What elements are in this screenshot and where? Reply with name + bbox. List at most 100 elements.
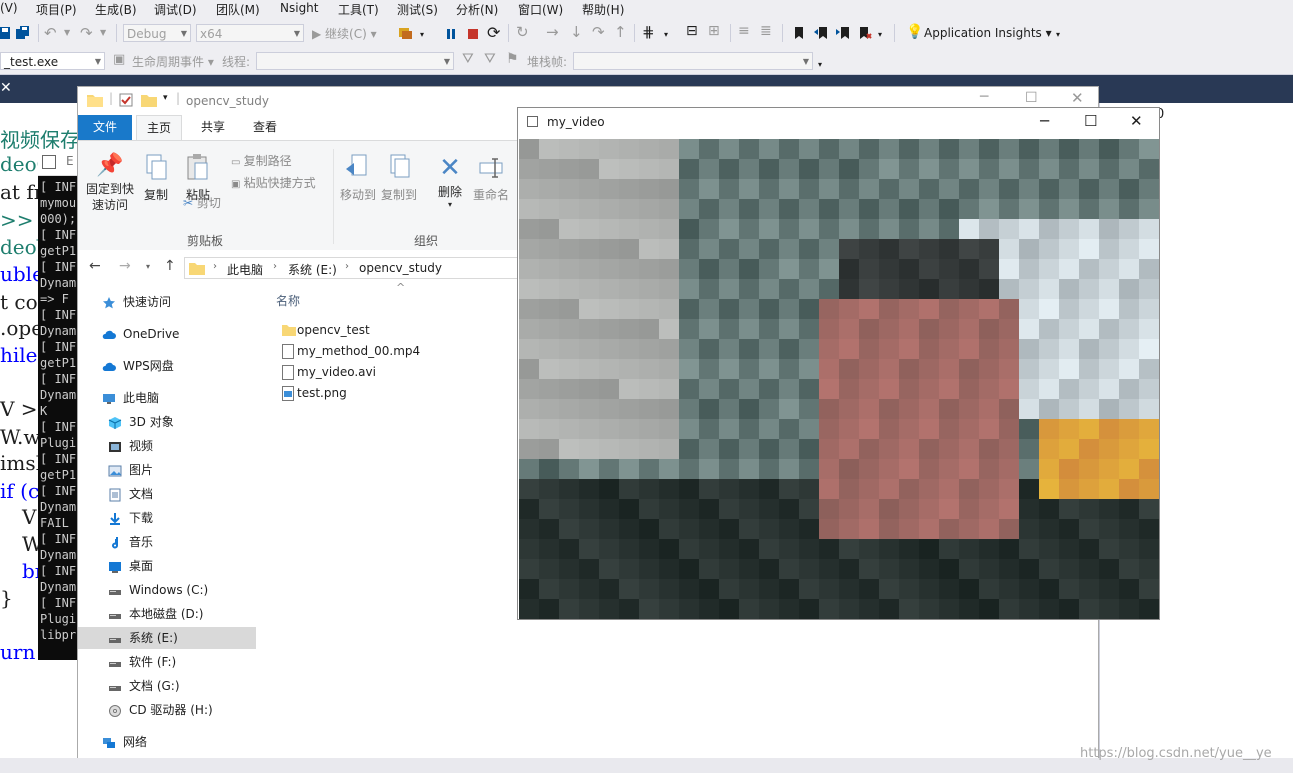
- continue-button[interactable]: ▶ 继续(C) ▾: [312, 25, 377, 42]
- nav-item[interactable]: 此电脑: [78, 387, 256, 409]
- nav-item[interactable]: OneDrive: [78, 323, 256, 345]
- video-window[interactable]: my_video ─ ☐ ✕: [517, 107, 1160, 620]
- nav-item[interactable]: 音乐: [78, 531, 256, 553]
- stack-frame-combo[interactable]: ▼: [573, 52, 813, 70]
- breadcrumb-folder[interactable]: opencv_study: [359, 261, 442, 275]
- bookmark-dropdown-icon[interactable]: ▾: [878, 30, 882, 39]
- step-up-icon[interactable]: ↑: [614, 23, 627, 41]
- close-icon[interactable]: ✕: [1071, 89, 1084, 107]
- properties-icon[interactable]: [119, 93, 133, 107]
- toolbar2-overflow-icon[interactable]: ▾: [818, 60, 822, 69]
- step-into-icon[interactable]: →: [546, 23, 559, 41]
- step-over-icon[interactable]: ↓: [570, 23, 583, 41]
- frames-icon[interactable]: ⊞: [708, 23, 720, 39]
- nav-item[interactable]: 快速访问: [78, 291, 256, 313]
- lifecycle-events-button[interactable]: 生命周期事件 ▾: [132, 53, 214, 70]
- menu-item[interactable]: 窗口(W): [518, 1, 563, 18]
- redo-icon[interactable]: ↷: [80, 24, 93, 42]
- menu-item[interactable]: 帮助(H): [582, 1, 624, 18]
- process-combo[interactable]: _test.exe ▼: [0, 52, 105, 70]
- config-combo[interactable]: Debug ▼: [123, 24, 191, 42]
- hex-dropdown-icon[interactable]: ▾: [664, 30, 668, 39]
- bookmark-prev-icon[interactable]: [814, 26, 828, 40]
- forward-arrow-icon[interactable]: →: [119, 258, 131, 274]
- platform-combo[interactable]: x64 ▼: [196, 24, 304, 42]
- tab-view[interactable]: 查看: [242, 115, 288, 140]
- move-to-button[interactable]: 移动到: [339, 153, 377, 203]
- nav-item[interactable]: 软件 (F:): [78, 651, 256, 673]
- save-all-icon[interactable]: [16, 26, 30, 40]
- menu-item[interactable]: 测试(S): [397, 1, 438, 18]
- menu-item[interactable]: Nsight: [280, 1, 319, 15]
- comment-icon[interactable]: ≡: [738, 23, 750, 39]
- delete-button[interactable]: ✕ 删除 ▾: [434, 153, 466, 209]
- maximize-icon[interactable]: ☐: [1084, 112, 1097, 130]
- minimize-icon[interactable]: ─: [1040, 112, 1049, 130]
- menu-item[interactable]: 生成(B): [95, 1, 137, 18]
- column-header-name[interactable]: 名称: [276, 292, 300, 309]
- breadcrumb-drive[interactable]: 系统 (E:): [288, 261, 337, 278]
- menu-item[interactable]: 分析(N): [456, 1, 498, 18]
- nav-item[interactable]: 视频: [78, 435, 256, 457]
- close-icon[interactable]: ✕: [1130, 112, 1143, 130]
- uncomment-icon[interactable]: ≣: [760, 23, 772, 39]
- copy-button[interactable]: 复制: [140, 153, 172, 203]
- flag-icon[interactable]: ⚑: [506, 51, 519, 67]
- step-out-icon[interactable]: ↷: [592, 23, 605, 41]
- hex-icon[interactable]: ⋕: [642, 23, 655, 41]
- menu-item[interactable]: 项目(P): [36, 1, 77, 18]
- menu-item[interactable]: 调试(D): [154, 1, 197, 18]
- attach-icon[interactable]: [399, 26, 413, 40]
- restart-icon[interactable]: ⟳: [487, 23, 500, 42]
- filter-clear-icon[interactable]: ⛛: [484, 51, 496, 67]
- new-folder-icon[interactable]: [141, 93, 157, 107]
- quick-access-toolbar-dropdown-icon[interactable]: ▾: [163, 93, 168, 103]
- tab-share[interactable]: 共享: [190, 115, 236, 140]
- nav-item[interactable]: 图片: [78, 459, 256, 481]
- pause-icon[interactable]: [444, 27, 458, 41]
- nav-item[interactable]: 3D 对象: [78, 411, 256, 433]
- stop-icon[interactable]: [466, 27, 480, 41]
- nav-item[interactable]: 网络: [78, 731, 256, 753]
- filter-icon[interactable]: ⛛: [462, 51, 474, 67]
- rename-button[interactable]: 重命名: [472, 153, 510, 203]
- maximize-icon[interactable]: ☐: [1025, 90, 1038, 106]
- nav-item[interactable]: Windows (C:): [78, 579, 256, 601]
- cut-button[interactable]: ✂ 剪切: [183, 194, 221, 211]
- threads-icon[interactable]: ⊟: [686, 23, 698, 39]
- nav-item[interactable]: 文档: [78, 483, 256, 505]
- recent-locations-icon[interactable]: ▾: [146, 262, 150, 271]
- undo-icon[interactable]: ↶: [44, 24, 57, 42]
- nav-item[interactable]: CD 驱动器 (H:): [78, 699, 256, 721]
- attach-dropdown-icon[interactable]: ▾: [420, 30, 424, 39]
- menu-item[interactable]: (V): [0, 1, 18, 15]
- save-icon[interactable]: [0, 26, 14, 40]
- nav-item[interactable]: 下载: [78, 507, 256, 529]
- toolbar-overflow-icon[interactable]: ▾: [1056, 30, 1060, 39]
- back-arrow-icon[interactable]: ←: [89, 258, 101, 274]
- nav-item[interactable]: 系统 (E:): [78, 627, 256, 649]
- nav-item[interactable]: WPS网盘: [78, 355, 256, 377]
- bookmark-next-icon[interactable]: [836, 26, 850, 40]
- copy-to-button[interactable]: 复制到: [380, 153, 418, 203]
- tab-file[interactable]: 文件: [78, 115, 132, 140]
- menu-item[interactable]: 团队(M): [216, 1, 260, 18]
- up-arrow-icon[interactable]: ↑: [164, 258, 176, 274]
- nav-item[interactable]: 本地磁盘 (D:): [78, 603, 256, 625]
- pin-quick-access-button[interactable]: 📌 固定到快 速访问: [84, 153, 136, 213]
- close-tab-icon[interactable]: ✕: [0, 80, 14, 98]
- minimize-icon[interactable]: ─: [980, 89, 988, 105]
- undo-dropdown-icon[interactable]: ▼: [64, 28, 70, 37]
- nav-item[interactable]: 桌面: [78, 555, 256, 577]
- tab-home[interactable]: 主页: [136, 115, 182, 140]
- nav-item[interactable]: 文档 (G:): [78, 675, 256, 697]
- menu-item[interactable]: 工具(T): [338, 1, 379, 18]
- bookmark-icon[interactable]: [792, 26, 806, 40]
- app-insights-button[interactable]: Application Insights ▾: [924, 26, 1052, 40]
- thread-combo[interactable]: ▼: [256, 52, 454, 70]
- copy-path-button[interactable]: ▭ 复制路径: [231, 152, 292, 169]
- show-next-statement-icon[interactable]: ↻: [516, 23, 529, 41]
- breadcrumb-this-pc[interactable]: 此电脑: [227, 261, 263, 278]
- paste-shortcut-button[interactable]: ▣ 粘贴快捷方式: [231, 174, 316, 191]
- bookmark-clear-icon[interactable]: [858, 26, 872, 40]
